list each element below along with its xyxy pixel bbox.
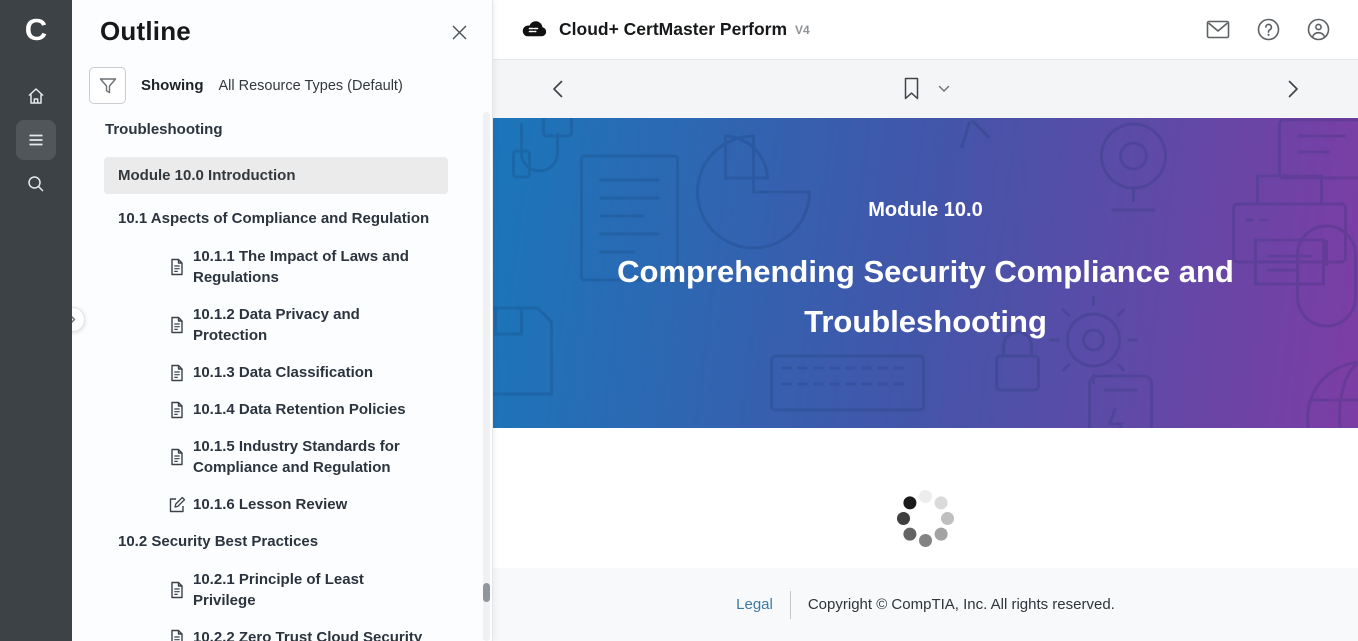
messages-button[interactable] xyxy=(1206,20,1230,39)
chevron-left-icon xyxy=(551,79,564,99)
outline-item[interactable]: 10.1.5 Industry Standards for Compliance… xyxy=(104,436,448,478)
search-icon xyxy=(26,174,46,194)
bookmark-icon xyxy=(902,77,921,101)
footer-divider xyxy=(790,591,791,619)
outline-panel-header: Outline xyxy=(72,0,492,47)
filter-button[interactable] xyxy=(89,67,126,104)
footer: Legal Copyright © CompTIA, Inc. All righ… xyxy=(493,568,1358,641)
main-area: Cloud+ CertMaster Perform V4 xyxy=(493,0,1358,641)
next-button[interactable] xyxy=(1287,79,1300,99)
close-outline-button[interactable] xyxy=(449,22,470,43)
outline-item[interactable]: Troubleshooting xyxy=(104,119,448,140)
account-button[interactable] xyxy=(1307,18,1330,41)
app-sidebar: C xyxy=(0,0,72,641)
chevron-down-icon xyxy=(938,85,950,93)
filter-value: All Resource Types (Default) xyxy=(219,78,403,94)
outline-list: Troubleshooting Module 10.0 Introduction… xyxy=(72,117,492,641)
outline-item[interactable]: 10.1.1 The Impact of Laws and Regulation… xyxy=(104,246,448,288)
outline-panel: Outline Showing All Resource Types (Defa… xyxy=(72,0,493,641)
cloud-app-icon xyxy=(521,19,548,40)
search-button[interactable] xyxy=(16,164,56,204)
outline-item[interactable]: Module 10.0 Introduction xyxy=(104,157,448,194)
outline-item[interactable]: 10.2.1 Principle of Least Privilege xyxy=(104,569,448,611)
help-button[interactable] xyxy=(1257,18,1280,41)
outline-item[interactable]: 10.1.3 Data Classification xyxy=(104,362,448,383)
legal-link[interactable]: Legal xyxy=(736,596,773,613)
document-icon xyxy=(168,401,186,419)
resource-filter-row: Showing All Resource Types (Default) xyxy=(89,67,492,104)
home-icon xyxy=(26,86,46,106)
document-icon xyxy=(168,316,186,334)
outline-menu-button[interactable] xyxy=(16,120,56,160)
outline-item[interactable]: 10.2.2 Zero Trust Cloud Security xyxy=(104,627,448,641)
help-icon xyxy=(1257,18,1280,41)
document-icon xyxy=(168,364,186,382)
showing-label: Showing xyxy=(141,77,204,94)
funnel-icon xyxy=(98,76,118,96)
outline-scrollbar xyxy=(483,112,490,641)
document-icon xyxy=(168,581,186,599)
module-title: Comprehending Security Compliance and Tr… xyxy=(576,247,1276,347)
close-icon xyxy=(449,22,470,43)
home-button[interactable] xyxy=(16,76,56,116)
outline-title: Outline xyxy=(100,16,191,47)
outline-item[interactable]: 10.1.2 Data Privacy and Protection xyxy=(104,304,448,346)
bookmark-group xyxy=(902,77,950,101)
comptia-logo: C xyxy=(25,10,47,50)
app-title: Cloud+ CertMaster Perform xyxy=(559,19,787,40)
outline-item[interactable]: 10.1.4 Data Retention Policies xyxy=(104,399,448,420)
chevron-right-icon xyxy=(1287,79,1300,99)
document-icon xyxy=(168,258,186,276)
outline-scrollbar-thumb[interactable] xyxy=(483,583,490,602)
lesson-review-icon xyxy=(168,496,186,514)
module-number: Module 10.0 xyxy=(868,199,982,222)
account-icon xyxy=(1307,18,1330,41)
outline-item[interactable]: 10.1.6 Lesson Review xyxy=(104,494,448,515)
mail-icon xyxy=(1206,20,1230,39)
document-icon xyxy=(168,629,186,641)
menu-icon xyxy=(26,130,46,150)
copyright-text: Copyright © CompTIA, Inc. All rights res… xyxy=(808,596,1115,613)
app-version: V4 xyxy=(795,23,810,37)
previous-button[interactable] xyxy=(551,79,564,99)
outline-item[interactable]: 10.2 Security Best Practices xyxy=(104,531,448,552)
sidebar-nav xyxy=(16,76,56,204)
app-header: Cloud+ CertMaster Perform V4 xyxy=(493,0,1358,60)
lesson-navbar xyxy=(493,60,1358,118)
bookmark-button[interactable] xyxy=(902,77,921,101)
document-icon xyxy=(168,448,186,466)
header-actions xyxy=(1206,18,1330,41)
lesson-content xyxy=(493,428,1358,568)
bookmark-menu-button[interactable] xyxy=(938,85,950,93)
module-banner: Module 10.0 Comprehending Security Compl… xyxy=(493,118,1358,428)
outline-item[interactable]: 10.1 Aspects of Compliance and Regulatio… xyxy=(104,208,448,229)
